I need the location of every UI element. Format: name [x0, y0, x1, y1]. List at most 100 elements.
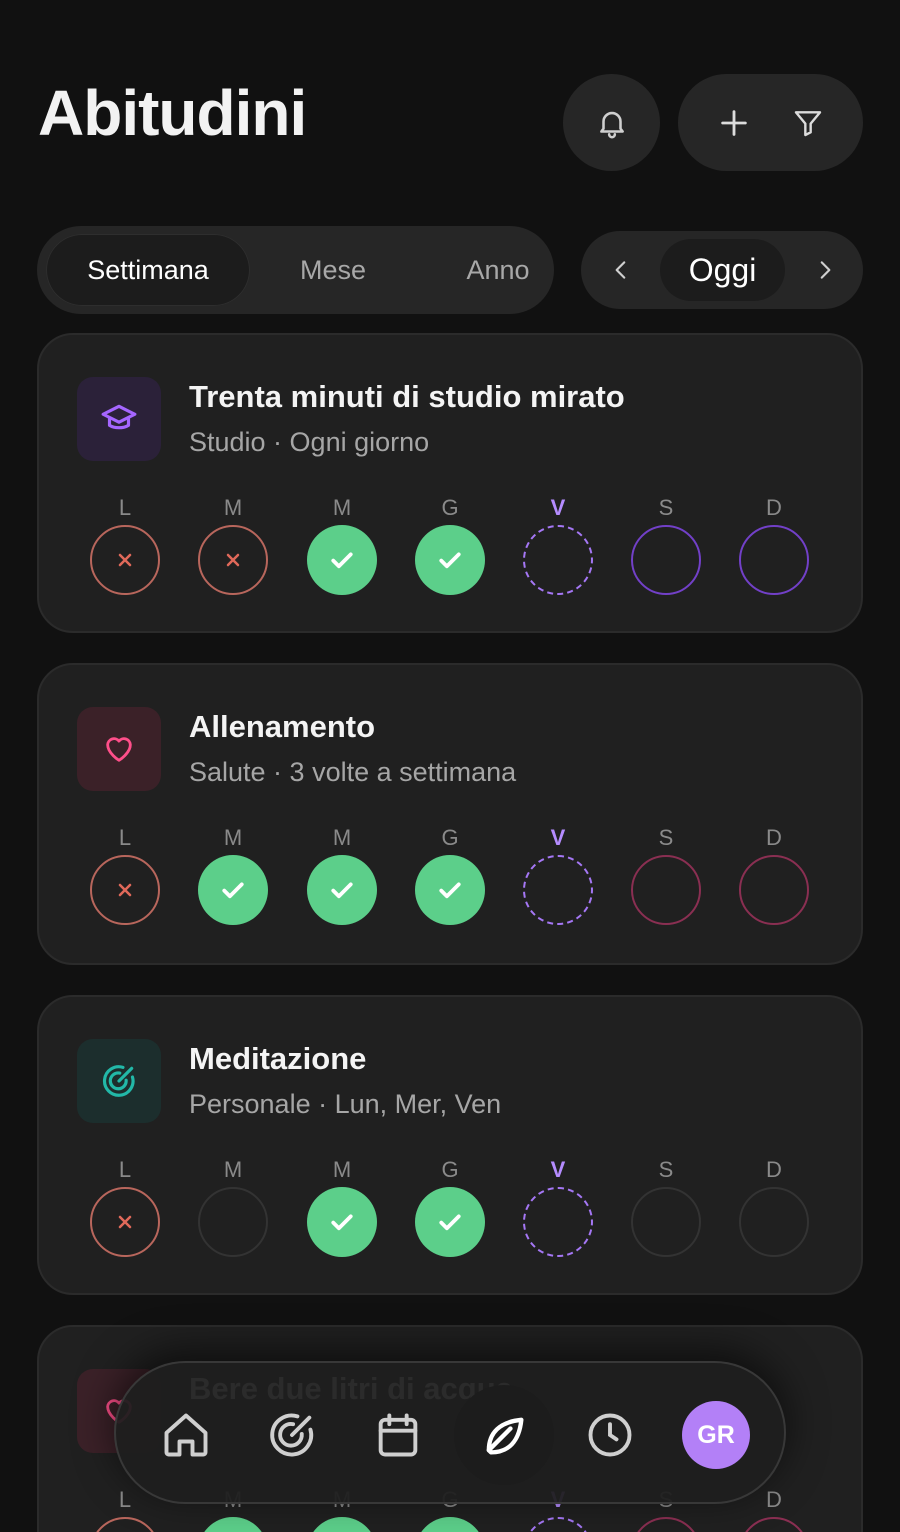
add-habit-button[interactable] — [717, 106, 751, 140]
target-icon — [266, 1409, 318, 1461]
habit-card[interactable]: Meditazione Personale · Lun, Mer, Ven L M… — [37, 995, 863, 1295]
day-status-done[interactable] — [415, 525, 485, 595]
habit-subtitle: Salute · 3 volte a settimana — [189, 757, 517, 787]
day-status-pending[interactable] — [631, 1517, 701, 1532]
check-icon — [327, 1207, 357, 1237]
day-status-fail[interactable] — [90, 1517, 160, 1532]
day-label: L — [118, 1157, 132, 1182]
calendar-icon — [372, 1409, 424, 1461]
chevron-right-icon — [812, 257, 838, 283]
period-tab-year[interactable]: Anno — [392, 234, 604, 306]
nav-home[interactable] — [136, 1385, 236, 1485]
day-column: G — [414, 825, 486, 925]
habit-title: Allenamento — [189, 709, 376, 744]
day-status-pending[interactable] — [739, 855, 809, 925]
day-status-pending[interactable] — [739, 525, 809, 595]
week-tracker: L M M G V — [89, 825, 811, 925]
day-status-done[interactable] — [198, 855, 268, 925]
notifications-button[interactable] — [563, 74, 660, 171]
day-status-done[interactable] — [307, 525, 377, 595]
day-column: V — [522, 825, 594, 925]
day-label: M — [332, 825, 352, 850]
day-status-fail[interactable] — [90, 1187, 160, 1257]
day-status-empty[interactable] — [739, 1187, 809, 1257]
day-label: S — [658, 825, 674, 850]
day-status-done[interactable] — [198, 1517, 268, 1532]
target-icon — [100, 1062, 138, 1100]
day-status-today[interactable] — [523, 1187, 593, 1257]
nav-calendar[interactable] — [348, 1385, 448, 1485]
check-icon — [435, 875, 465, 905]
habit-subtitle: Personale · Lun, Mer, Ven — [189, 1089, 502, 1119]
day-column: S — [630, 825, 702, 925]
day-label: V — [550, 495, 566, 520]
habit-card[interactable]: Trenta minuti di studio mirato Studio · O… — [37, 333, 863, 633]
nav-history[interactable] — [560, 1385, 660, 1485]
filter-button[interactable] — [792, 107, 824, 139]
habit-title: Trenta minuti di studio mirato — [189, 379, 625, 414]
day-status-empty[interactable] — [631, 1187, 701, 1257]
day-column: D — [738, 495, 810, 595]
day-status-done[interactable] — [307, 1517, 377, 1532]
day-status-done[interactable] — [415, 855, 485, 925]
day-label: V — [550, 1157, 566, 1182]
day-label: S — [658, 495, 674, 520]
avatar: GR — [682, 1401, 750, 1469]
day-column: S — [630, 495, 702, 595]
day-column: M — [197, 495, 269, 595]
day-status-empty[interactable] — [198, 1187, 268, 1257]
day-status-done[interactable] — [415, 1517, 485, 1532]
day-column: G — [414, 495, 486, 595]
period-tab-week[interactable]: Settimana — [46, 234, 250, 306]
habit-card[interactable]: Allenamento Salute · 3 volte a settimana … — [37, 663, 863, 965]
check-icon — [327, 545, 357, 575]
day-label: D — [766, 825, 782, 850]
nav-goals[interactable] — [242, 1385, 342, 1485]
day-column: M — [306, 1157, 378, 1257]
nav-profile[interactable]: GR — [666, 1385, 766, 1485]
day-status-fail[interactable] — [198, 525, 268, 595]
day-status-today[interactable] — [523, 855, 593, 925]
day-column: L — [89, 495, 161, 595]
bottom-navigation: GR — [114, 1361, 786, 1504]
day-status-done[interactable] — [307, 1187, 377, 1257]
day-status-today[interactable] — [523, 1517, 593, 1532]
filter-icon — [792, 107, 824, 139]
previous-period-button[interactable] — [591, 231, 651, 309]
day-status-fail[interactable] — [90, 525, 160, 595]
chevron-left-icon — [608, 257, 634, 283]
habit-subtitle: Studio · Ogni giorno — [189, 427, 430, 457]
habit-icon-box — [77, 377, 161, 461]
next-period-button[interactable] — [795, 231, 855, 309]
day-column: M — [197, 825, 269, 925]
cross-icon — [115, 1212, 135, 1232]
day-label: G — [441, 495, 459, 520]
bell-icon — [595, 106, 629, 140]
date-navigator: Oggi — [581, 231, 863, 309]
day-label: M — [332, 495, 352, 520]
day-column: V — [522, 1157, 594, 1257]
day-status-done[interactable] — [307, 855, 377, 925]
day-status-pending[interactable] — [631, 525, 701, 595]
nav-habits[interactable] — [454, 1385, 554, 1485]
day-column: L — [89, 825, 161, 925]
clock-icon — [584, 1409, 636, 1461]
day-label: D — [766, 495, 782, 520]
day-status-pending[interactable] — [631, 855, 701, 925]
day-status-done[interactable] — [415, 1187, 485, 1257]
day-label: L — [118, 825, 132, 850]
day-column: D — [738, 825, 810, 925]
day-label: L — [118, 495, 132, 520]
week-tracker: L M M G V — [89, 495, 811, 595]
today-button[interactable]: Oggi — [660, 239, 785, 301]
day-column: M — [306, 825, 378, 925]
day-status-today[interactable] — [523, 525, 593, 595]
week-tracker: L M M G V — [89, 1157, 811, 1257]
day-status-fail[interactable] — [90, 855, 160, 925]
day-status-pending[interactable] — [739, 1517, 809, 1532]
plus-icon — [717, 106, 751, 140]
check-icon — [327, 875, 357, 905]
header: Abitudini — [0, 0, 900, 190]
habit-title: Meditazione — [189, 1041, 367, 1076]
day-column: S — [630, 1157, 702, 1257]
